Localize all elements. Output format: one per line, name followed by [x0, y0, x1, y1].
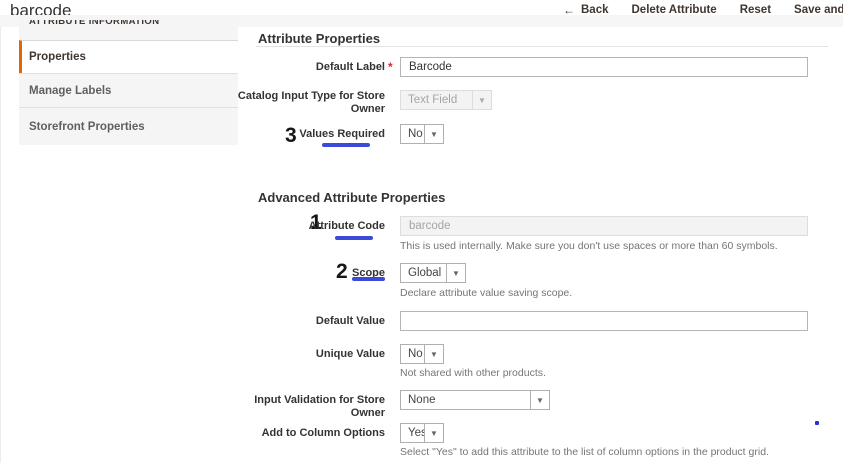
sidebar-item-label: Manage Labels: [29, 85, 111, 97]
section-heading-attribute-properties: Attribute Properties: [258, 31, 380, 46]
default-label-label: Default Label: [235, 61, 385, 74]
chevron-down-icon: ▼: [472, 91, 491, 109]
values-required-value: No: [401, 125, 424, 143]
add-to-column-options-select[interactable]: Yes ▼: [400, 423, 444, 443]
chevron-down-icon: ▼: [424, 424, 443, 442]
unique-value-note: Not shared with other products.: [400, 367, 546, 379]
chevron-down-icon: ▼: [424, 125, 443, 143]
attribute-code-input: [400, 216, 808, 236]
section-heading-advanced-attribute-properties: Advanced Attribute Properties: [258, 190, 445, 205]
annotation-underline-2: [352, 277, 385, 281]
attribute-code-label: Attribute Code: [235, 220, 385, 233]
catalog-input-type-label: Catalog Input Type for Store Owner: [235, 90, 385, 116]
scope-note: Declare attribute value saving scope.: [400, 287, 572, 299]
catalog-input-type-select: Text Field ▼: [400, 90, 492, 110]
values-required-select[interactable]: No ▼: [400, 124, 444, 144]
sidebar-header-label: ATTRIBUTE INFORMATION: [29, 20, 159, 27]
sidebar-item-manage-labels[interactable]: Manage Labels: [19, 73, 238, 107]
default-label-input[interactable]: [400, 57, 808, 77]
input-validation-value: None: [401, 391, 530, 409]
add-to-column-options-value: Yes: [401, 424, 424, 442]
annotation-underline-1: [335, 236, 373, 240]
default-value-input[interactable]: [400, 311, 808, 331]
sidebar-item-label: Storefront Properties: [29, 121, 145, 133]
blue-marker-dot: [815, 421, 819, 425]
scope-select[interactable]: Global ▼: [400, 263, 466, 283]
attribute-code-note: This is used internally. Make sure you d…: [400, 240, 778, 252]
attribute-information-sidebar: ATTRIBUTE INFORMATION Properties Manage …: [19, 15, 238, 145]
unique-value-select[interactable]: No ▼: [400, 344, 444, 364]
sidebar-item-label: Properties: [29, 51, 86, 63]
values-required-label: Values Required: [235, 128, 385, 141]
add-to-column-options-label: Add to Column Options: [235, 427, 385, 440]
chevron-down-icon: ▼: [424, 345, 443, 363]
catalog-input-type-value: Text Field: [401, 91, 472, 109]
chevron-down-icon: ▼: [446, 264, 465, 282]
input-validation-select[interactable]: None ▼: [400, 390, 550, 410]
scope-value: Global: [401, 264, 446, 282]
sidebar-item-storefront-properties[interactable]: Storefront Properties: [19, 107, 238, 145]
default-value-label: Default Value: [235, 315, 385, 328]
sidebar-item-properties[interactable]: Properties: [19, 40, 238, 73]
unique-value-label: Unique Value: [235, 348, 385, 361]
section-divider: [256, 46, 828, 47]
annotation-underline-3: [322, 143, 370, 147]
left-edge-divider: [0, 27, 1, 463]
required-asterisk: *: [388, 60, 393, 74]
sidebar-header: ATTRIBUTE INFORMATION: [29, 20, 159, 28]
chevron-down-icon: ▼: [530, 391, 549, 409]
add-to-column-options-note: Select "Yes" to add this attribute to th…: [400, 446, 769, 458]
input-validation-label: Input Validation for Store Owner: [235, 394, 385, 420]
unique-value-value: No: [401, 345, 424, 363]
